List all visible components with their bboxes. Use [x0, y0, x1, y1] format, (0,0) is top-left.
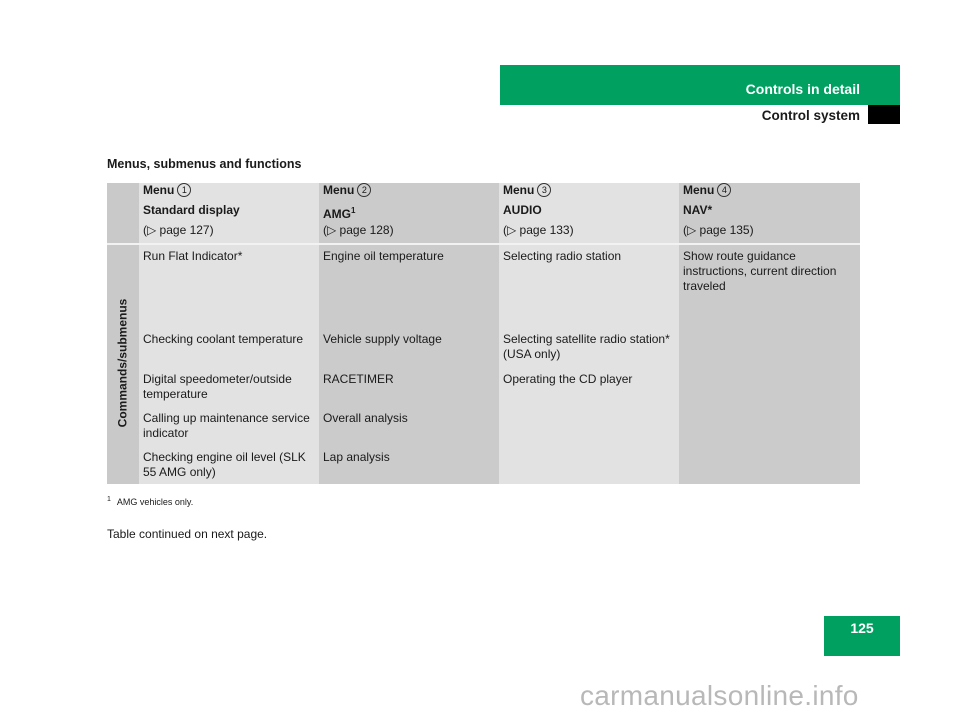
chapter-title: Controls in detail — [745, 81, 860, 97]
table-cell: Digital speedometer/outside temperature — [139, 368, 319, 407]
menus-table: Menu 1 Menu 2 Menu 3 Menu 4 Standard display… — [107, 183, 860, 484]
continued-note: Table continued on next page. — [107, 527, 268, 541]
menu-1-label: Menu 1 — [139, 183, 319, 203]
menu-2-label: Menu 2 — [319, 183, 499, 203]
footnote: 1 AMG vehicles only. — [107, 496, 193, 507]
menu-2-name: AMG1 — [319, 203, 499, 223]
table-row: Commands/submenus Run Flat Indicator* En… — [107, 243, 860, 484]
circled-number-icon: 4 — [717, 183, 732, 197]
menu-4-label: Menu 4 — [679, 183, 860, 203]
header-row-page: (▷ page 127) (▷ page 128) (▷ page 133) (… — [107, 223, 860, 244]
table-cell: Show route guidance instructions, curren… — [679, 243, 860, 484]
table-cell: Calling up maintenance service indicator — [139, 407, 319, 446]
footnote-ref: 1 — [351, 206, 356, 215]
table-cell: Lap analysis — [319, 446, 499, 484]
menu-4-name: NAV* — [679, 203, 860, 223]
circled-number-icon: 2 — [357, 183, 372, 197]
table-cell: Overall analysis — [319, 407, 499, 446]
circled-number-icon: 3 — [537, 183, 552, 197]
table-cell: Run Flat Indicator* — [139, 243, 319, 328]
section-marker — [868, 105, 900, 124]
table-cell: Selecting satellite radio station* (USA … — [499, 328, 679, 368]
table-cell: Operating the CD player — [499, 368, 679, 484]
menu-4-page-ref[interactable]: (▷ page 135) — [679, 223, 860, 244]
menu-1-name: Standard display — [139, 203, 319, 223]
table-cell: Checking engine oil level (SLK 55 AMG on… — [139, 446, 319, 484]
table-cell: Engine oil temperature — [319, 243, 499, 328]
watermark: carmanualsonline.info — [580, 680, 859, 711]
footnote-text: AMG vehicles only. — [116, 497, 194, 507]
table-cell: Checking coolant temperature — [139, 328, 319, 368]
chapter-banner: Controls in detail — [500, 65, 900, 105]
page-number: 125 — [850, 620, 874, 636]
table-cell: RACETIMER — [319, 368, 499, 407]
page-number-box: 125 — [824, 616, 900, 656]
menu-3-page-ref[interactable]: (▷ page 133) — [499, 223, 679, 244]
header-row-menu: Menu 1 Menu 2 Menu 3 Menu 4 — [107, 183, 860, 244]
menu-3-label: Menu 3 — [499, 183, 679, 203]
menu-2-page-ref[interactable]: (▷ page 128) — [319, 223, 499, 244]
table-cell: Selecting radio station — [499, 243, 679, 328]
row-header-label: Commands/submenus — [115, 298, 130, 428]
table-cell: Vehicle supply voltage — [319, 328, 499, 368]
footnote-marker: 1 — [107, 496, 111, 503]
header-row-name: Standard display AMG1 AUDIO NAV* — [107, 203, 860, 223]
circled-number-icon: 1 — [177, 183, 192, 197]
row-header-cell: Commands/submenus — [107, 243, 139, 484]
menu-1-page-ref[interactable]: (▷ page 127) — [139, 223, 319, 244]
menu-3-name: AUDIO — [499, 203, 679, 223]
table-title: Menus, submenus and functions — [107, 157, 302, 171]
header-corner — [107, 183, 139, 244]
section-title-header: Control system — [761, 108, 860, 123]
